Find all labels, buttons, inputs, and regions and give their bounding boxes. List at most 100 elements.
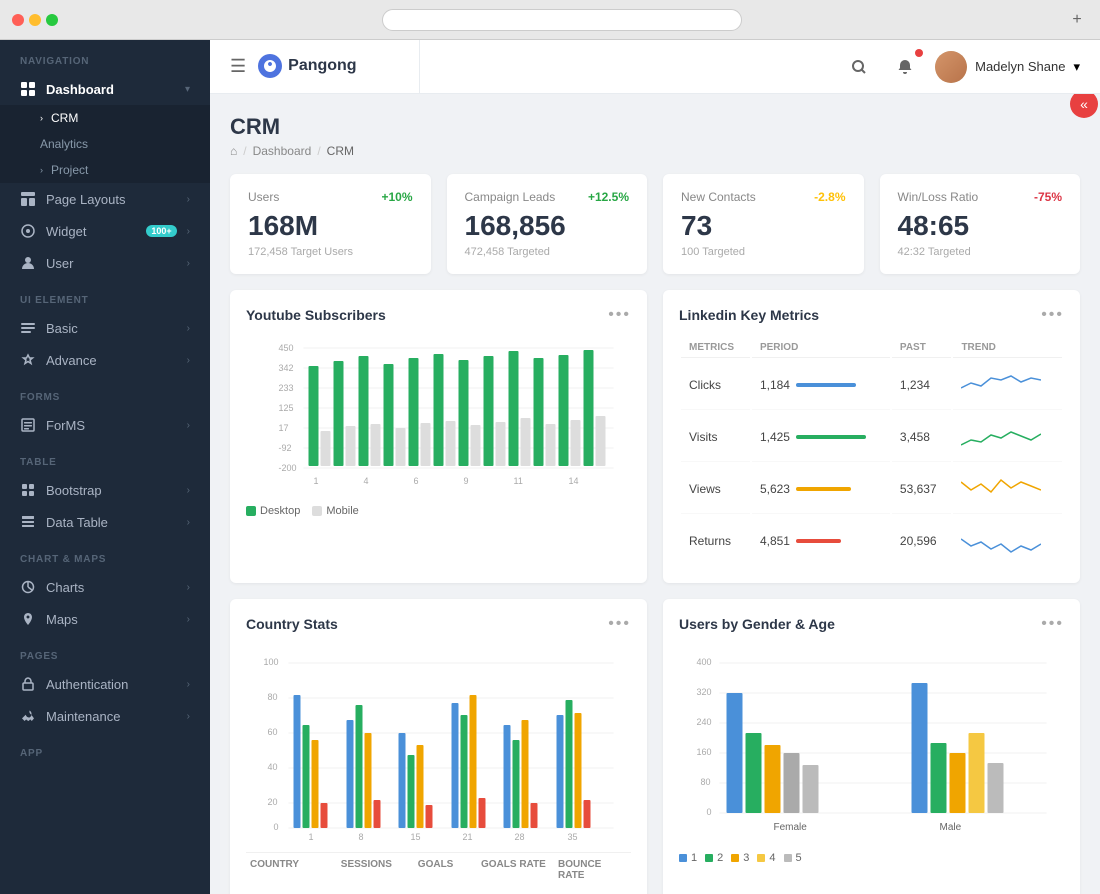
- advance-label: Advance: [46, 353, 177, 368]
- close-dot[interactable]: [12, 14, 24, 26]
- svg-text:1: 1: [309, 832, 314, 842]
- minimize-dot[interactable]: [29, 14, 41, 26]
- stat-card-leads: Campaign Leads +12.5% 168,856 472,458 Ta…: [447, 174, 648, 274]
- url-input[interactable]: Not Secure — html.codedthemes.com: [382, 9, 742, 31]
- sidebar-item-charts[interactable]: Charts ›: [0, 571, 210, 603]
- sidebar-item-maps[interactable]: Maps ›: [0, 603, 210, 635]
- user-dropdown-icon: ▾: [1073, 59, 1080, 75]
- sidebar: NAVIGATION Dashboard ▾ › CRM Analytics ›…: [0, 40, 210, 894]
- linkedin-chart-menu[interactable]: •••: [1041, 306, 1064, 324]
- analytics-label: Analytics: [40, 137, 88, 151]
- notifications-icon[interactable]: [889, 51, 921, 83]
- advance-icon: [20, 352, 36, 368]
- th-trend: TREND: [953, 338, 1062, 358]
- footer-country: COUNTRY: [246, 853, 337, 887]
- stat-value-leads: 168,856: [465, 210, 630, 242]
- past-clicks: 1,234: [892, 360, 952, 410]
- authentication-label: Authentication: [46, 677, 177, 692]
- maximize-dot[interactable]: [46, 14, 58, 26]
- breadcrumb: ⌂ / Dashboard / CRM: [230, 144, 1080, 158]
- stat-card-header-ratio: Win/Loss Ratio -75%: [898, 190, 1063, 204]
- country-chart-title: Country Stats: [246, 616, 338, 632]
- legend-1-label: 1: [691, 852, 697, 864]
- youtube-chart-card: Youtube Subscribers ••• 450 342 233 125 …: [230, 290, 647, 583]
- charts-chevron: ›: [187, 582, 190, 593]
- stat-change-contacts: -2.8%: [814, 190, 845, 204]
- hamburger-icon[interactable]: ☰: [230, 56, 246, 77]
- period-returns: 4,851: [752, 516, 890, 565]
- sidebar-item-maintenance[interactable]: Maintenance ›: [0, 700, 210, 732]
- page-layouts-icon: [20, 191, 36, 207]
- svg-text:28: 28: [515, 832, 525, 842]
- charts-row-2: Country Stats ••• 100 80 60 40 20 0: [230, 599, 1080, 894]
- country-chart-menu[interactable]: •••: [608, 615, 631, 633]
- user-name: Madelyn Shane: [975, 59, 1065, 74]
- page-title: CRM: [230, 114, 1080, 140]
- legend-2: 2: [705, 852, 723, 864]
- bootstrap-label: Bootstrap: [46, 483, 177, 498]
- sidebar-sub-crm[interactable]: › CRM: [0, 105, 210, 131]
- forms-icon: [20, 417, 36, 433]
- past-views: 53,637: [892, 464, 952, 514]
- dashboard-chevron: ▾: [185, 84, 190, 95]
- browser-chrome: Not Secure — html.codedthemes.com +: [0, 0, 1100, 40]
- country-chart-svg: 100 80 60 40 20 0: [246, 645, 631, 845]
- breadcrumb-home[interactable]: ⌂: [230, 144, 237, 158]
- table-section-label: TABLE: [0, 441, 210, 474]
- search-icon[interactable]: [843, 51, 875, 83]
- authentication-chevron: ›: [187, 679, 190, 690]
- sidebar-item-authentication[interactable]: Authentication ›: [0, 668, 210, 700]
- svg-text:14: 14: [569, 476, 579, 486]
- topbar: ☰ Pangong: [210, 40, 1100, 94]
- page-layouts-label: Page Layouts: [46, 192, 177, 207]
- charts-label: Charts: [46, 580, 177, 595]
- maps-icon: [20, 611, 36, 627]
- logo-icon: [258, 54, 282, 78]
- breadcrumb-dashboard[interactable]: Dashboard: [253, 144, 312, 158]
- metric-visits: Visits: [681, 412, 750, 462]
- youtube-chart-menu[interactable]: •••: [608, 306, 631, 324]
- footer-sessions: SESSIONS: [337, 853, 414, 887]
- country-chart-card: Country Stats ••• 100 80 60 40 20 0: [230, 599, 647, 894]
- stats-grid: Users +10% 168M 172,458 Target Users Cam…: [230, 174, 1080, 274]
- sidebar-sub-project[interactable]: › Project: [0, 157, 210, 183]
- svg-text:8: 8: [359, 832, 364, 842]
- charts-icon: [20, 579, 36, 595]
- svg-text:-200: -200: [279, 463, 297, 473]
- footer-goals: GOALS: [414, 853, 477, 887]
- sidebar-item-user[interactable]: User ›: [0, 247, 210, 279]
- svg-text:4: 4: [364, 476, 369, 486]
- sidebar-sub-analytics[interactable]: Analytics: [0, 131, 210, 157]
- legend-1: 1: [679, 852, 697, 864]
- sidebar-item-widget[interactable]: Widget 100+ ›: [0, 215, 210, 247]
- svg-text:40: 40: [268, 762, 278, 772]
- sidebar-item-forms[interactable]: ForMS ›: [0, 409, 210, 441]
- ui-element-section-label: UI ELEMENT: [0, 279, 210, 312]
- sidebar-item-dashboard[interactable]: Dashboard ▾: [0, 73, 210, 105]
- sidebar-item-basic[interactable]: Basic ›: [0, 312, 210, 344]
- sidebar-item-page-layouts[interactable]: Page Layouts ›: [0, 183, 210, 215]
- legend-4: 4: [757, 852, 775, 864]
- new-tab-button[interactable]: +: [1066, 9, 1088, 31]
- metric-returns: Returns: [681, 516, 750, 565]
- forms-chevron: ›: [187, 420, 190, 431]
- trend-visits: [953, 412, 1062, 462]
- sidebar-item-advance[interactable]: Advance ›: [0, 344, 210, 376]
- collapse-button[interactable]: «: [1070, 94, 1098, 118]
- project-chevron: ›: [40, 165, 43, 175]
- topbar-logo: Pangong: [258, 54, 356, 78]
- sidebar-item-data-table[interactable]: Data Table ›: [0, 506, 210, 538]
- svg-text:125: 125: [279, 403, 294, 413]
- past-returns: 20,596: [892, 516, 952, 565]
- crm-chevron: ›: [40, 113, 43, 123]
- gender-chart-menu[interactable]: •••: [1041, 615, 1064, 633]
- legend-5-dot: [784, 854, 792, 862]
- sidebar-item-bootstrap[interactable]: Bootstrap ›: [0, 474, 210, 506]
- sidebar-sub-dashboard: › CRM Analytics › Project: [0, 105, 210, 183]
- data-table-label: Data Table: [46, 515, 177, 530]
- svg-text:320: 320: [697, 687, 712, 697]
- period-views: 5,623: [752, 464, 890, 514]
- user-menu[interactable]: Madelyn Shane ▾: [935, 51, 1080, 83]
- stat-value-users: 168M: [248, 210, 413, 242]
- youtube-chart-title: Youtube Subscribers: [246, 307, 386, 323]
